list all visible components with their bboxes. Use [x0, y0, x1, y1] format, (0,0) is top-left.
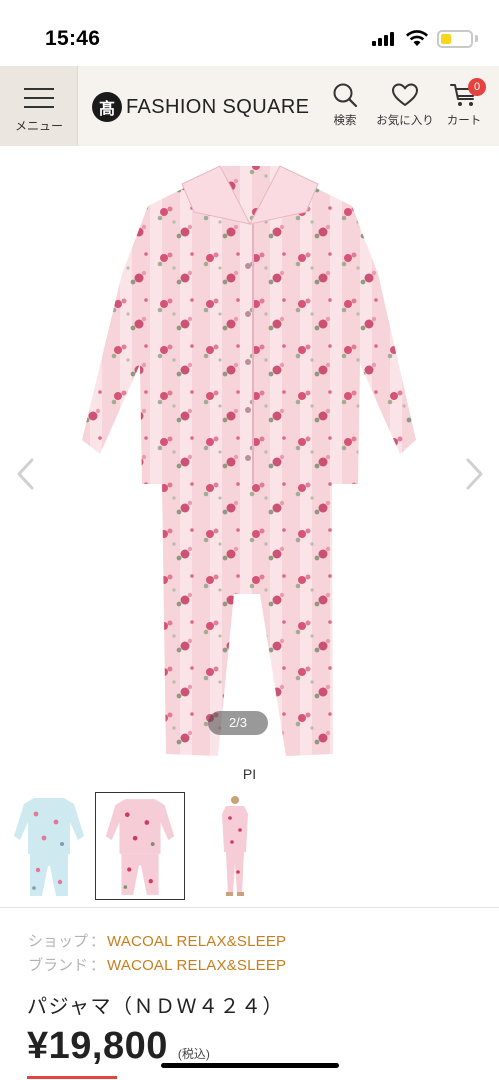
- thumbnail-pink-pajama-model[interactable]: [190, 792, 280, 900]
- brand-separator: ：: [90, 957, 106, 974]
- color-code-label: PI: [242, 766, 257, 782]
- product-price: ¥19,800: [27, 1025, 168, 1067]
- app-header: メニュー 髙 FASHION SQUARE 検索 お気に入り 0 カート: [0, 66, 499, 146]
- menu-button[interactable]: メニュー: [0, 66, 78, 146]
- status-bar: 15:46: [0, 0, 499, 66]
- favorites-label: お気に入り: [376, 115, 434, 127]
- section-divider: [0, 907, 499, 908]
- status-time: 15:46: [45, 27, 101, 50]
- cellular-signal-icon: [372, 32, 398, 46]
- blue-pajama-thumbnail-image: [14, 798, 84, 896]
- shop-label: ショップ: [28, 933, 89, 950]
- next-image-arrow-icon[interactable]: [462, 456, 486, 492]
- shop-link[interactable]: WACOAL RELAX&SLEEP: [107, 933, 286, 950]
- brand-row: ブランド： WACOAL RELAX&SLEEP: [28, 954, 286, 975]
- logo-mark: 髙: [92, 92, 122, 122]
- logo-text: FASHION SQUARE: [126, 95, 310, 118]
- image-page-indicator: 2/3: [208, 711, 268, 735]
- search-icon: [333, 83, 358, 108]
- brand-label: ブランド: [28, 957, 89, 974]
- battery-cap: [475, 35, 478, 42]
- cart-count-badge: 0: [468, 78, 486, 96]
- heart-icon: [392, 83, 418, 106]
- product-image-gallery[interactable]: 2/3 PI: [0, 146, 499, 782]
- tax-included-label: (税込): [177, 1047, 210, 1061]
- pink-pajama-model-thumbnail-image: [222, 796, 248, 896]
- product-image-pink-pajama: [82, 165, 416, 756]
- cart-button[interactable]: 0 カート: [441, 78, 487, 128]
- search-label: 検索: [333, 115, 357, 127]
- favorites-button[interactable]: お気に入り: [372, 82, 438, 128]
- thumbnail-blue-pajama[interactable]: [4, 792, 94, 900]
- price-underline: [27, 1076, 117, 1079]
- menu-label: メニュー: [14, 119, 63, 133]
- brand-link[interactable]: WACOAL RELAX&SLEEP: [107, 957, 286, 974]
- thumbnail-pink-pajama[interactable]: [95, 792, 185, 900]
- search-button[interactable]: 検索: [328, 82, 362, 128]
- site-logo[interactable]: 髙 FASHION SQUARE: [92, 92, 309, 122]
- shop-separator: ：: [90, 933, 106, 950]
- home-indicator[interactable]: [161, 1063, 339, 1068]
- battery-icon: [437, 30, 473, 48]
- wifi-icon: [406, 30, 428, 46]
- product-name: パジャマ（ＮＤＷ４２４）: [27, 996, 284, 1018]
- previous-image-arrow-icon[interactable]: [14, 456, 38, 492]
- hamburger-icon: [24, 88, 54, 108]
- cart-label: カート: [446, 115, 482, 127]
- thumbnail-strip: [0, 792, 499, 902]
- pink-pajama-thumbnail-image: [105, 799, 175, 895]
- price-row: ¥19,800 (税込): [27, 1025, 210, 1068]
- shop-row: ショップ： WACOAL RELAX&SLEEP: [28, 930, 286, 951]
